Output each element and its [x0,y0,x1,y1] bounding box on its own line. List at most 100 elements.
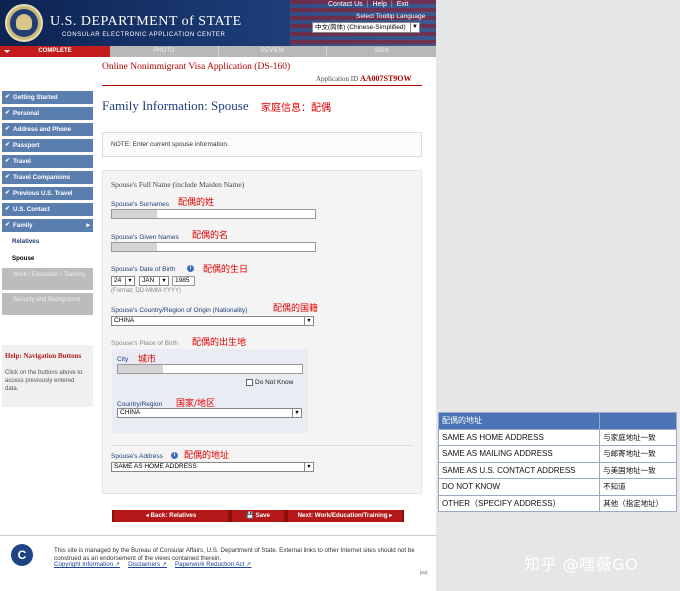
option-en: SAME AS MAILING ADDRESS [437,445,601,463]
exit-link[interactable]: Exit [397,1,409,10]
dob-month-select[interactable]: JAN ▼ [139,276,169,286]
sidebar-item-work-education: Work / Education / Training [2,268,93,290]
city-input[interactable] [117,364,303,374]
table-row: SAME AS MAILING ADDRESS 与邮寄地址一致 [437,445,677,463]
dob-annotation: 配偶的生日 [203,265,249,275]
application-id-value: AA007ST9OW [359,74,412,83]
step-sign: SIGN [326,46,436,57]
country-value: CHINA [120,409,141,416]
address-options-table: 配偶的地址 SAME AS HOME ADDRESS 与家庭地址一致 SAME … [437,412,677,512]
help-link[interactable]: Help [372,1,386,10]
address-value: SAME AS HOME ADDRESS [114,463,197,470]
table-row: OTHER（SPECIFY ADDRESS） 其他（指定地址） [437,494,677,512]
sidebar-item-travel-companions[interactable]: Travel Companions [2,171,93,184]
do-not-know-label: Do Not Know [255,379,294,386]
country-label: Country/Region [117,401,163,408]
watermark: 知乎 @嘿薇GO [524,555,639,574]
do-not-know-checkbox[interactable] [246,379,253,386]
tooltip-language-value: 中文(简体) (Chinese-Simplified) [315,24,406,31]
table-row: SAME AS HOME ADDRESS 与家庭地址一致 [437,428,677,446]
dob-format-hint: (Format: DD-MMM-YYYY) [111,288,181,294]
surnames-input[interactable] [111,209,316,219]
paperwork-link[interactable]: Paperwork Reduction Act ↗ [175,561,251,568]
dob-year-input[interactable]: 1985 [172,276,195,286]
sidebar-subitem-relatives[interactable]: Relatives [12,238,39,245]
table-row: DO NOT KNOW 不知道 [437,478,677,496]
dob-day-select[interactable]: 24 ▼ [111,276,135,286]
info-icon[interactable]: i [187,265,194,272]
option-cn: 与邮寄地址一致 [599,445,677,463]
application-id: Application ID AA007ST9OW [316,74,412,83]
sidebar-item-personal[interactable]: Personal [2,107,93,120]
dob-day-value: 24 [114,277,122,284]
chevron-down-icon: ▼ [304,317,313,325]
nationality-select[interactable]: CHINA ▼ [111,316,314,326]
copyright-link[interactable]: Copyright Information ↗ [54,561,120,568]
given-names-label: Spouse's Given Names [111,234,179,241]
page-title: Family Information: Spouse [102,98,249,113]
contact-us-link[interactable]: Contact Us [328,1,363,10]
dob-label: Spouse's Date of Birth [111,266,176,273]
chevron-down-icon: ▼ [304,463,313,471]
application-id-label: Application ID [316,75,359,83]
top-links: Contact Us | Help | Exit [328,1,409,10]
given-names-annotation: 配偶的名 [192,231,229,241]
chevron-down-icon: ▼ [159,277,168,285]
option-cn: 不知道 [599,478,677,496]
full-name-heading: Spouse's Full Name (include Maiden Name) [111,180,245,189]
address-annotation: 配偶的地址 [184,451,230,461]
pob-label: Spouse's Place of Birth [111,340,178,347]
table-header: 配偶的地址 [437,412,601,430]
chevron-down-icon: ▼ [292,409,301,417]
application-title: Online Nonimmigrant Visa Application (DS… [102,62,291,72]
chevron-down-icon: ▼ [125,277,134,285]
step-complete: COMPLETE [0,46,110,57]
address-divider [111,445,414,446]
sidebar-item-previous-travel[interactable]: Previous U.S. Travel [2,187,93,200]
footer-divider [0,535,436,536]
info-icon[interactable]: i [171,452,178,459]
pob-annotation: 配偶的出生地 [192,338,247,348]
option-en: SAME AS HOME ADDRESS [437,428,601,446]
sidebar-item-passport[interactable]: Passport [2,139,93,152]
dob-month-value: JAN [142,277,155,284]
department-subtitle: CONSULAR ELECTRONIC APPLICATION CENTER [62,32,226,38]
tooltip-language-label: Select Tooltip Language [356,13,426,20]
sidebar-subitem-spouse[interactable]: Spouse [12,255,34,262]
sidebar-item-us-contact[interactable]: U.S. Contact [2,203,93,216]
sidebar-item-travel[interactable]: Travel [2,155,93,168]
department-title: U.S. DEPARTMENT of STATE [50,14,242,29]
step-photo: PHOTO [153,48,175,54]
note-box: NOTE: Enter current spouse information. [102,132,422,157]
nationality-annotation: 配偶的国籍 [273,304,319,314]
option-en: SAME AS U.S. CONTACT ADDRESS [437,461,601,479]
save-button[interactable]: 💾 Save [232,510,284,522]
next-button[interactable]: Next: Work/Education/Training ▸ [288,510,402,522]
option-cn: 其他（指定地址） [599,494,677,512]
disclaimers-link[interactable]: Disclaimers ↗ [128,561,167,568]
tooltip-language-select[interactable]: 中文(简体) (Chinese-Simplified) ▼ [312,22,420,33]
country-select[interactable]: CHINA ▼ [117,408,302,418]
given-names-input[interactable] [111,242,316,252]
title-divider [102,85,422,86]
table-row: SAME AS U.S. CONTACT ADDRESS 与美国地址一致 [437,461,677,479]
table-header-row: 配偶的地址 [437,412,677,430]
option-cn: 与美国地址一致 [599,461,677,479]
nationality-value: CHINA [114,317,135,324]
option-en: OTHER（SPECIFY ADDRESS） [437,494,601,512]
sidebar-item-address-phone[interactable]: Address and Phone [2,123,93,136]
footer-links: Copyright Information ↗ Disclaimers ↗ Pa… [54,561,251,568]
eagle-icon [16,14,32,30]
option-cn: 与家庭地址一致 [599,428,677,446]
surnames-annotation: 配偶的姓 [178,198,215,208]
address-label: Spouse's Address [111,453,163,460]
sidebar-item-security: Security and Background [2,293,93,315]
page-title-annotation: 家庭信息：配偶 [261,103,331,114]
option-en: DO NOT KNOW [437,478,601,496]
sidebar-item-family[interactable]: Family [2,219,93,232]
back-button[interactable]: ◂ Back: Relatives [114,510,228,522]
footer-code: [84] [420,570,428,575]
address-select[interactable]: SAME AS HOME ADDRESS ▼ [111,462,314,472]
city-label: City [117,356,129,363]
sidebar-item-getting-started[interactable]: Getting Started [2,91,93,104]
